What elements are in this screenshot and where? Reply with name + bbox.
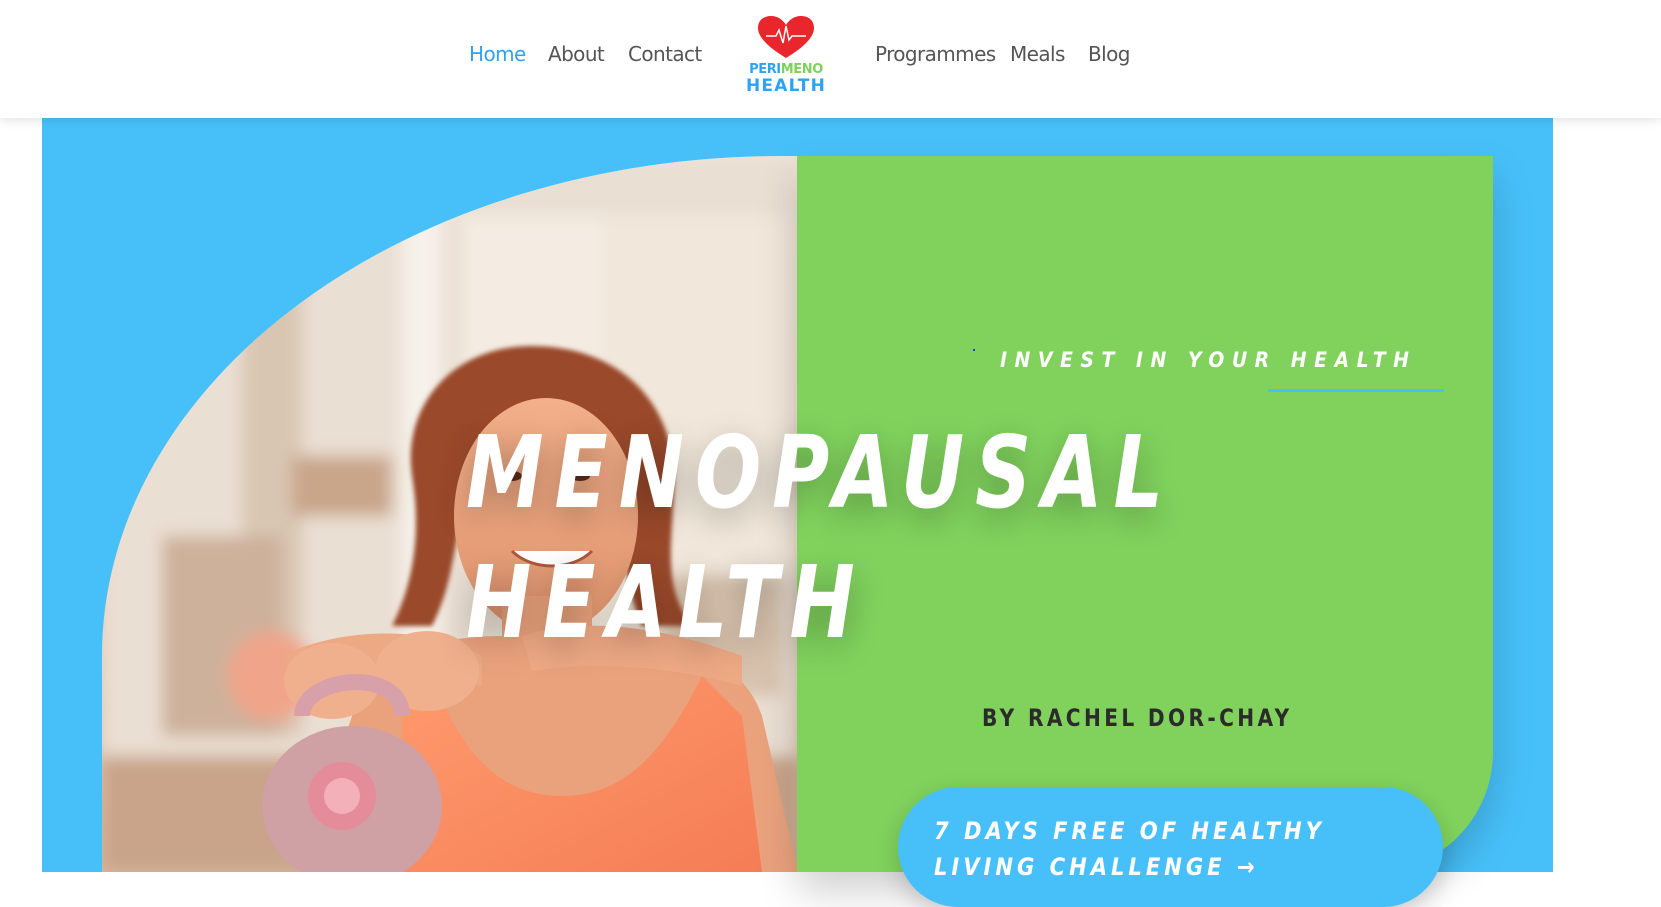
site-header: Home About Contact PERIMENO HEALTH Progr… [0,0,1661,118]
cta-label: 7 DAYS FREE OF HEALTHY LIVING CHALLENGE … [934,817,1325,881]
nav-contact[interactable]: Contact [628,42,702,66]
free-challenge-button[interactable]: 7 DAYS FREE OF HEALTHY LIVING CHALLENGE … [898,787,1443,907]
hero-tagline: INVEST IN YOUR HEALTH [1000,348,1417,372]
hero-title-line1: MENOPAUSAL [466,414,1175,531]
nav-about[interactable]: About [548,42,605,66]
hero-title-line2: HEALTH [466,544,866,661]
nav-home[interactable]: Home [469,42,526,66]
site-logo[interactable]: PERIMENO HEALTH [736,16,836,100]
hero-byline: BY RACHEL DOR-CHAY [982,704,1293,732]
logo-wordmark-top: PERIMENO [749,62,823,77]
arrow-right-icon: → [1236,853,1259,881]
logo-wordmark-health: HEALTH [745,76,827,96]
hero-title: MENOPAUSAL HEALTH [466,408,1174,668]
tagline-dot [973,349,975,351]
heart-pulse-icon [758,16,814,58]
nav-programmes[interactable]: Programmes [875,42,996,66]
tagline-underline [1268,389,1444,392]
nav-meals[interactable]: Meals [1010,42,1065,66]
nav-blog[interactable]: Blog [1088,42,1130,66]
